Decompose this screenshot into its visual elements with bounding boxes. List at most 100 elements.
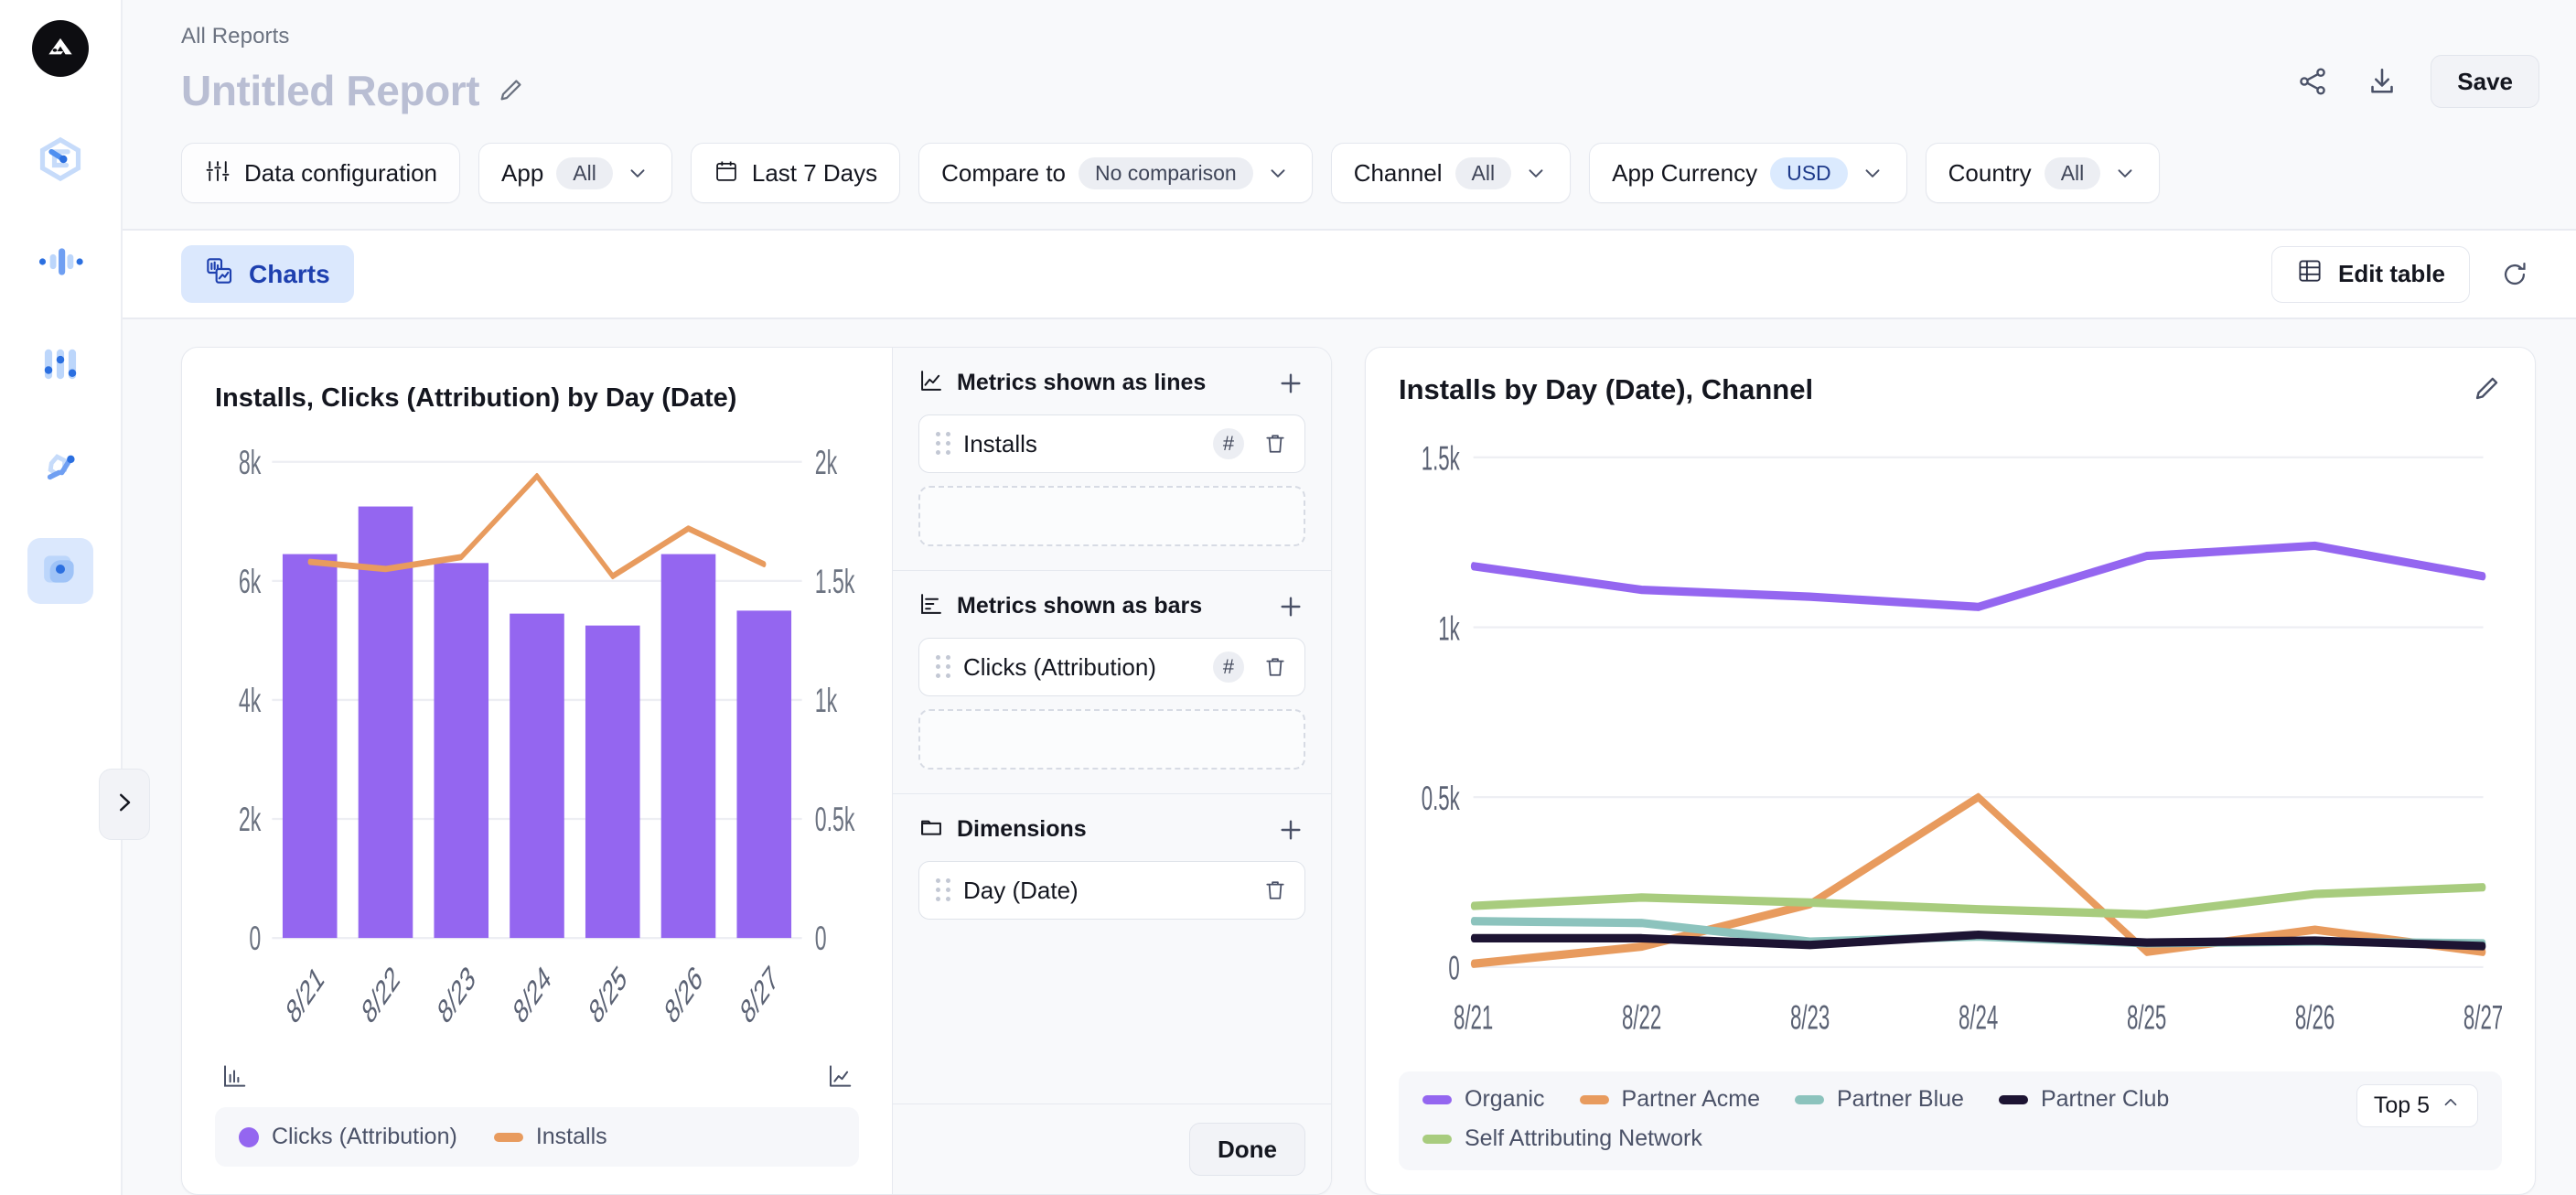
filter-country[interactable]: Country All xyxy=(1925,143,2161,203)
legend-item[interactable]: Installs xyxy=(493,1124,607,1150)
chevron-down-icon xyxy=(626,161,649,185)
sidebar-item-audio-wave[interactable] xyxy=(27,231,93,296)
edit-table-button[interactable]: Edit table xyxy=(2270,245,2470,303)
metrics-bars-dropzone[interactable] xyxy=(918,709,1305,770)
trash-icon[interactable] xyxy=(1262,431,1288,457)
done-button[interactable]: Done xyxy=(1189,1123,1305,1176)
table-icon xyxy=(2296,257,2324,291)
charts-icon xyxy=(205,256,234,292)
legend-label: Partner Acme xyxy=(1621,1086,1760,1112)
plus-icon[interactable] xyxy=(1276,815,1305,845)
trash-icon[interactable] xyxy=(1262,654,1288,680)
legend-item[interactable]: Clicks (Attribution) xyxy=(239,1124,457,1150)
metrics-lines-dropzone[interactable] xyxy=(918,486,1305,546)
filter-app[interactable]: App All xyxy=(478,143,672,203)
pencil-icon[interactable] xyxy=(496,76,525,105)
drag-handle-icon[interactable] xyxy=(936,655,950,679)
toolbar-right: Edit table xyxy=(2270,245,2536,303)
drag-handle-icon[interactable] xyxy=(936,432,950,456)
left-nav-rail xyxy=(0,0,123,1195)
left-chart-title: Installs, Clicks (Attribution) by Day (D… xyxy=(215,383,737,413)
download-icon[interactable] xyxy=(2361,60,2403,102)
section-header: Dimensions xyxy=(918,814,1305,845)
legend-label: Clicks (Attribution) xyxy=(272,1124,457,1149)
legend-label: Self Attributing Network xyxy=(1465,1125,1702,1151)
filter-country-value: All xyxy=(2044,156,2101,189)
audio-wave-icon xyxy=(37,238,84,290)
svg-text:8/27: 8/27 xyxy=(736,958,783,1031)
bar-axis-icon xyxy=(220,1062,248,1094)
svg-text:8/27: 8/27 xyxy=(2463,1000,2502,1037)
plus-icon[interactable] xyxy=(1276,369,1305,398)
legend-swatch-clicks xyxy=(239,1126,259,1147)
legend-item[interactable]: Self Attributing Network xyxy=(1422,1125,1702,1152)
top-n-selector[interactable]: Top 5 xyxy=(2356,1084,2478,1127)
metric-pill-clicks-attribution[interactable]: Clicks (Attribution) # xyxy=(918,638,1305,696)
sidebar-collapse-button[interactable] xyxy=(99,769,150,840)
hexagon-s-icon xyxy=(37,135,84,188)
legend-item[interactable]: Partner Acme xyxy=(1579,1086,1760,1113)
data-configuration-label: Data configuration xyxy=(244,158,438,187)
svg-text:8/22: 8/22 xyxy=(1622,1000,1661,1037)
section-dimensions: Dimensions Day (Date) xyxy=(893,794,1331,1104)
title-row: Untitled Report xyxy=(181,66,2536,115)
left-chart-legend: Clicks (Attribution) Installs xyxy=(215,1107,859,1167)
sidebar-item-reports[interactable] xyxy=(27,538,93,604)
legend-swatch xyxy=(1795,1094,1824,1104)
plus-icon[interactable] xyxy=(1276,592,1305,621)
filter-compare-to-label: Compare to xyxy=(941,158,1066,187)
tab-charts[interactable]: Charts xyxy=(181,245,354,303)
layers-target-icon xyxy=(37,545,84,598)
filter-compare-to-value: No comparison xyxy=(1079,156,1253,189)
number-badge: # xyxy=(1213,428,1244,459)
main-area: All Reports Untitled Report Save Data co… xyxy=(123,0,2576,1195)
calendar-icon xyxy=(714,158,739,188)
legend-swatch xyxy=(1422,1094,1452,1104)
legend-swatch xyxy=(1998,1094,2028,1104)
right-chart-svg: 0 0.5k 1k 1.5k 8/21 8/22 8/23 8/24 8/25 8/26 8/27 xyxy=(1422,441,2502,1037)
legend-item[interactable]: Partner Club xyxy=(1998,1086,2169,1113)
legend-items: Organic Partner Acme Partner Blue Partner C… xyxy=(1422,1086,2410,1152)
top-n-label: Top 5 xyxy=(2373,1093,2430,1118)
filter-app-label: App xyxy=(501,158,544,187)
page-header: All Reports Untitled Report Save xyxy=(123,0,2576,115)
filter-date-range[interactable]: Last 7 Days xyxy=(690,143,901,203)
save-button[interactable]: Save xyxy=(2431,55,2539,108)
metric-pill-installs[interactable]: Installs # xyxy=(918,414,1305,473)
legend-item[interactable]: Partner Blue xyxy=(1795,1086,1964,1113)
legend-swatch-installs xyxy=(493,1132,523,1142)
filter-app-currency[interactable]: App Currency USD xyxy=(1589,143,1907,203)
trash-icon[interactable] xyxy=(1262,877,1288,903)
share-icon[interactable] xyxy=(2292,60,2334,102)
sidebar-item-sliders[interactable] xyxy=(27,333,93,399)
svg-text:2k: 2k xyxy=(815,443,838,481)
section-header: Metrics shown as lines xyxy=(918,368,1305,398)
sidebar-item-chain-links[interactable] xyxy=(27,436,93,501)
svg-text:8/23: 8/23 xyxy=(1790,1000,1830,1037)
legend-item[interactable]: Organic xyxy=(1422,1086,1545,1113)
legend-label: Installs xyxy=(535,1124,607,1149)
logo-icon[interactable] xyxy=(32,20,89,77)
svg-text:0.5k: 0.5k xyxy=(1422,781,1461,818)
filter-channel[interactable]: Channel All xyxy=(1330,143,1572,203)
left-chart-svg: 0 2k 4k 6k 8k 0 0.5k 1k 1.5k 2k 8/21 8/22 8/23 8/24… xyxy=(239,443,855,1031)
data-configuration-button[interactable]: Data configuration xyxy=(181,143,461,203)
refresh-icon[interactable] xyxy=(2494,253,2536,296)
chevron-down-icon xyxy=(1861,161,1884,185)
bar-chart-icon xyxy=(918,591,944,621)
svg-text:0: 0 xyxy=(249,919,261,957)
chevron-down-icon xyxy=(1266,161,1290,185)
filter-compare-to[interactable]: Compare to No comparison xyxy=(918,143,1313,203)
svg-text:8/25: 8/25 xyxy=(2127,1000,2166,1037)
pencil-icon[interactable] xyxy=(2471,373,2502,409)
svg-text:8k: 8k xyxy=(239,443,262,481)
right-chart-legend: Organic Partner Acme Partner Blue Partner C… xyxy=(1399,1071,2502,1170)
sliders-icon xyxy=(204,157,231,189)
dimension-pill-day-date[interactable]: Day (Date) xyxy=(918,861,1305,920)
breadcrumb[interactable]: All Reports xyxy=(181,24,2536,49)
line-axis-icon xyxy=(826,1062,853,1094)
dimension-label: Day (Date) xyxy=(963,876,1079,904)
sidebar-item-hexagon-s[interactable] xyxy=(27,128,93,194)
drag-handle-icon[interactable] xyxy=(936,878,950,902)
svg-text:8/26: 8/26 xyxy=(2295,1000,2334,1037)
